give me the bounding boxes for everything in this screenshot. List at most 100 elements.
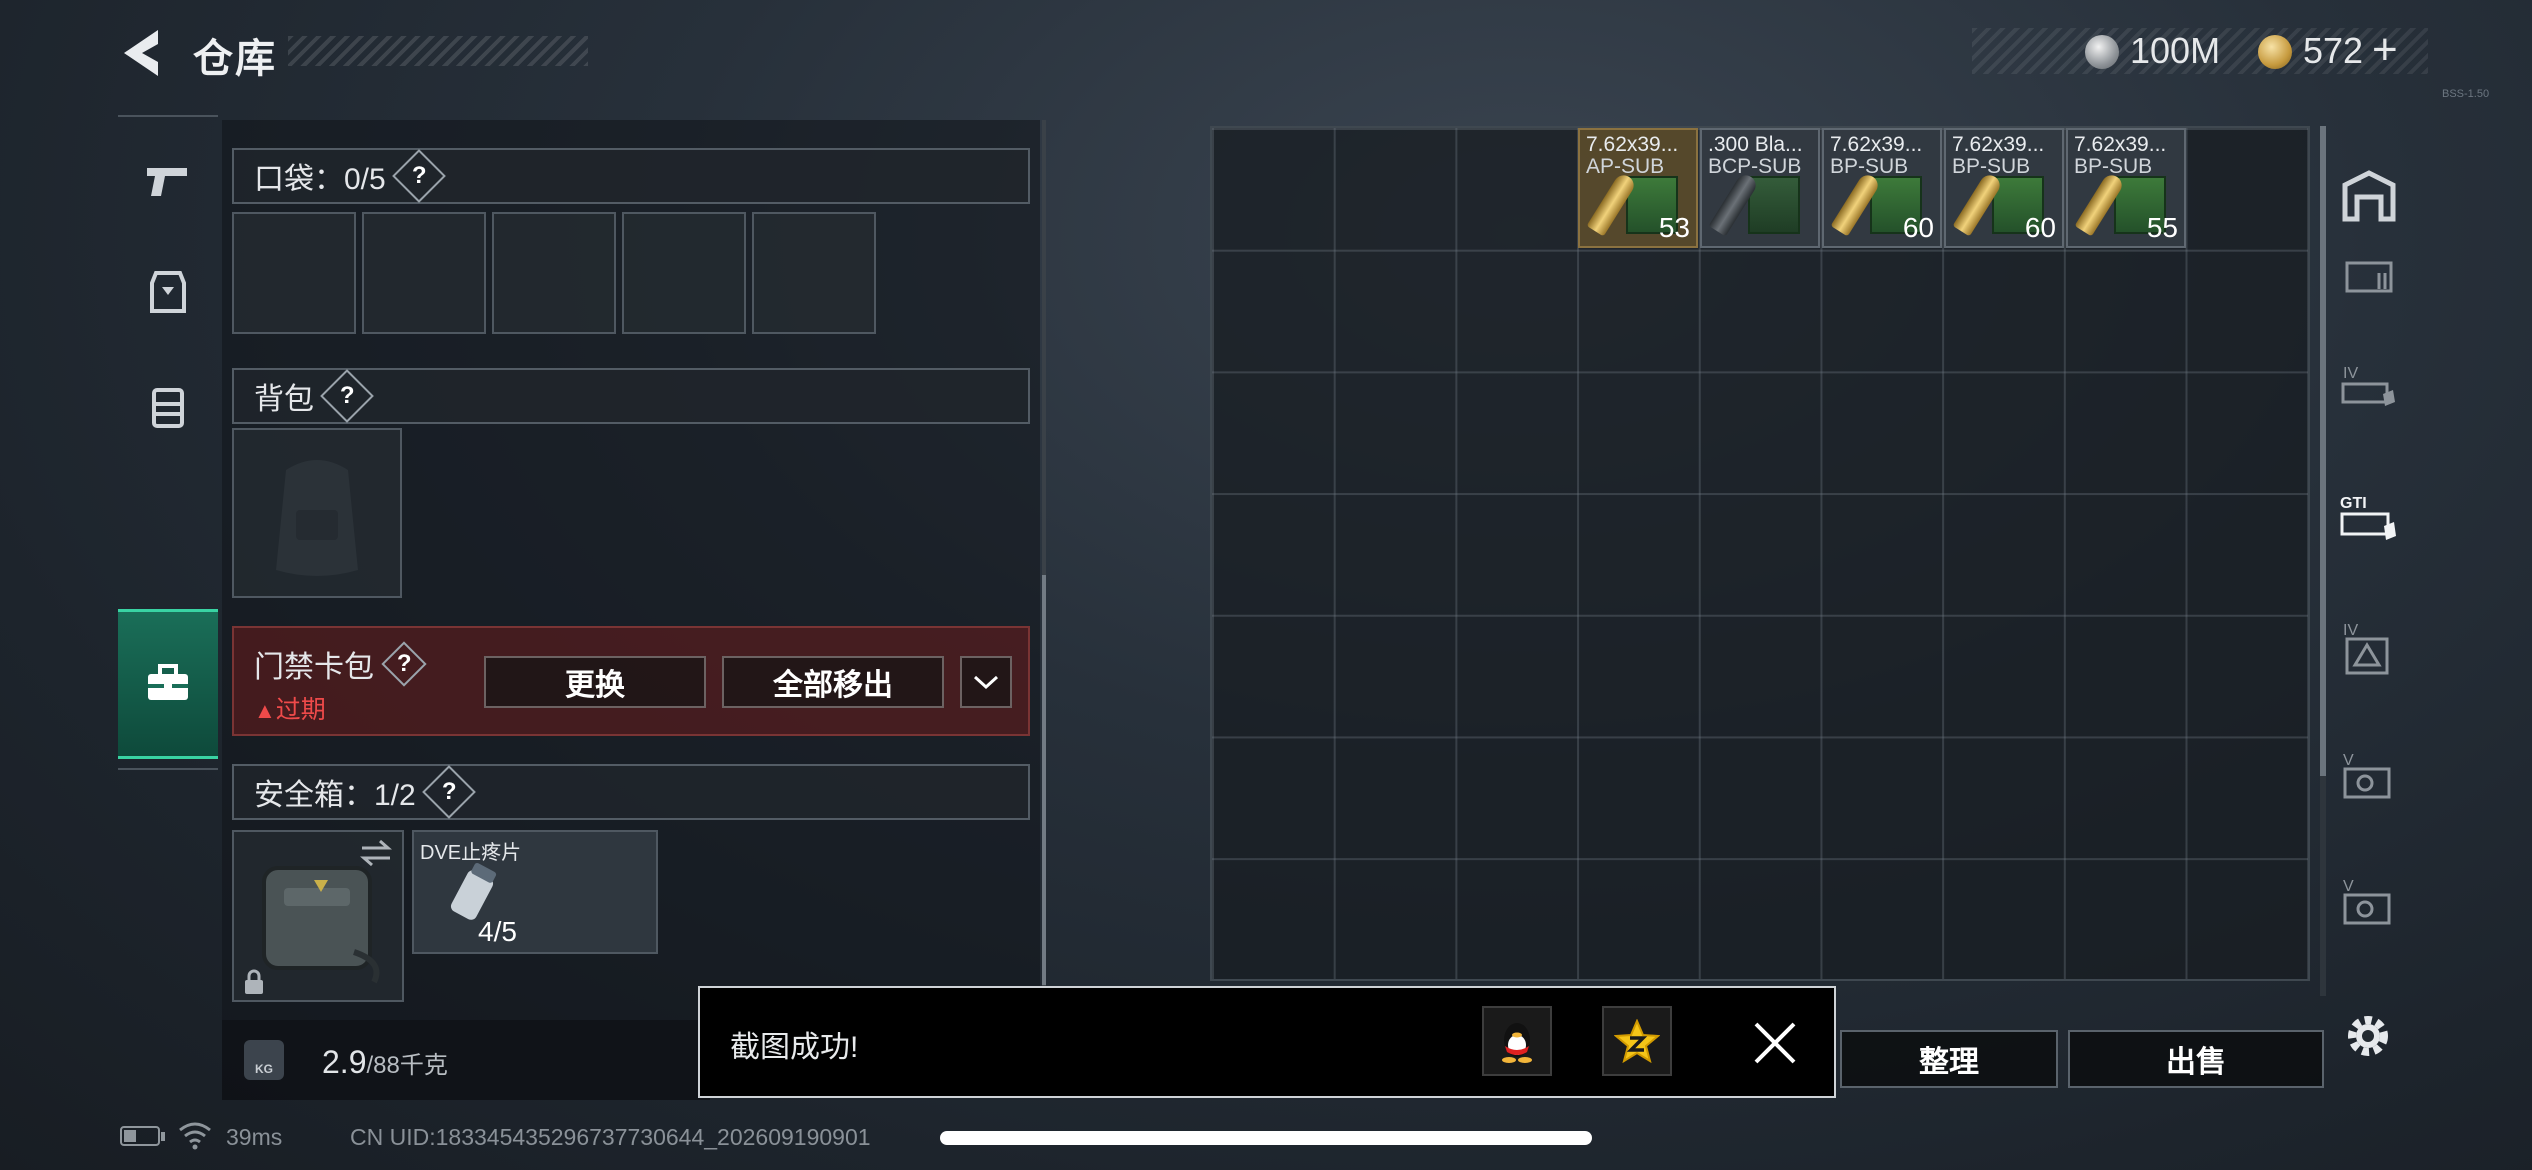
backpack-label: 背包 xyxy=(254,383,314,416)
storage-tab-ext-1[interactable] xyxy=(2334,240,2404,310)
storage-tab-ext-5[interactable]: V xyxy=(2334,742,2404,812)
swap-icon[interactable] xyxy=(358,838,394,868)
expansion-box-iv-triangle-icon: IV xyxy=(2343,622,2389,675)
organize-button[interactable]: 整理 xyxy=(1840,1030,2058,1088)
warning-icon: ▲ xyxy=(254,698,276,723)
sell-button[interactable]: 出售 xyxy=(2068,1030,2324,1088)
warehouse-icon xyxy=(2342,170,2396,222)
svg-text:V: V xyxy=(2343,878,2354,895)
toolbox-icon xyxy=(148,664,188,700)
keycard-help-button[interactable]: ? xyxy=(381,641,427,687)
safe-box-slot[interactable] xyxy=(232,830,404,1002)
keycard-expired-status: ▲过期 xyxy=(254,696,326,724)
item-subtype: BCP-SUB xyxy=(1708,155,1802,178)
storage-tab-ext-2[interactable]: IV xyxy=(2334,350,2404,420)
expansion-box-iv-icon: IV xyxy=(2341,365,2395,406)
keycard-pack-header: 门禁卡包 ? xyxy=(254,641,427,687)
item-subtype: AP-SUB xyxy=(1586,155,1665,178)
lock-icon xyxy=(245,969,263,994)
page-title: 仓库 xyxy=(193,37,277,81)
silver-coin-icon xyxy=(2085,35,2119,69)
backpack-placeholder-icon xyxy=(276,460,358,576)
currency-primary-value: 100M xyxy=(2130,30,2221,71)
storage-item-ammo[interactable]: 7.62x39... BP-SUB 60 xyxy=(1944,128,2064,248)
pocket-slot[interactable] xyxy=(232,212,356,334)
expansion-box-v2-icon: V xyxy=(2343,878,2391,925)
keycard-expand-button[interactable] xyxy=(960,656,1012,708)
pocket-slot[interactable] xyxy=(752,212,876,334)
backpack-header: 背包 ? xyxy=(232,368,1030,424)
replace-button[interactable]: 更换 xyxy=(484,656,706,708)
weight-current: 2.9 xyxy=(322,1044,367,1080)
settings-gear-icon[interactable] xyxy=(2340,1008,2396,1064)
equipment-category-sidebar xyxy=(118,115,218,770)
svg-text:V: V xyxy=(2343,752,2354,769)
safe-box-label: 安全箱：1/2 xyxy=(254,779,416,812)
chevron-down-icon xyxy=(973,675,999,690)
item-name: 7.62x39... xyxy=(1952,134,2045,156)
pocket-slot[interactable] xyxy=(622,212,746,334)
item-count: 60 xyxy=(1902,212,1934,243)
qq-penguin-icon xyxy=(1502,1023,1532,1063)
storage-tab-ext-4[interactable]: IV xyxy=(2334,614,2404,684)
equipment-panel-scroll-thumb[interactable] xyxy=(1042,575,1046,985)
item-name: 7.62x39... xyxy=(1586,134,1679,156)
safe-box-item-count: 4/5 xyxy=(478,916,517,947)
storage-item-ammo[interactable]: 7.62x39... AP-SUB 53 xyxy=(1578,128,1698,248)
share-qzone-button[interactable] xyxy=(1602,1006,1672,1076)
svg-text:GTI: GTI xyxy=(2340,495,2367,512)
battery-tip xyxy=(161,1132,165,1141)
backpack-slot[interactable] xyxy=(232,428,402,598)
item-name: 7.62x39... xyxy=(1830,134,1923,156)
close-icon[interactable] xyxy=(1752,1020,1798,1066)
add-currency-button[interactable]: + xyxy=(2372,25,2398,75)
weight-value: 2.9/88千克 xyxy=(322,1044,448,1081)
vest-icon xyxy=(150,271,186,313)
pockets-help-button[interactable]: ? xyxy=(391,149,446,203)
player-uid: CN UID:1833454352967377306​44_2026091909… xyxy=(350,1124,871,1150)
rig-icon xyxy=(152,388,184,428)
item-count: 60 xyxy=(2024,212,2056,243)
safe-box-help-button[interactable]: ? xyxy=(421,765,476,819)
sidebar-tab-chest-rig[interactable] xyxy=(118,362,218,452)
item-subtype: BP-SUB xyxy=(2074,155,2153,178)
home-indicator[interactable] xyxy=(940,1131,1592,1145)
storage-tab-ext-6[interactable]: V xyxy=(2334,868,2404,938)
svg-text:IV: IV xyxy=(2343,365,2358,382)
storage-tab-ext-3[interactable]: GTI xyxy=(2334,482,2404,552)
storage-item-ammo[interactable]: 7.62x39... BP-SUB 55 xyxy=(2066,128,2186,248)
expansion-box-v-icon: V xyxy=(2343,752,2391,799)
storage-grid[interactable] xyxy=(1212,128,2308,979)
storage-item-ammo[interactable]: .300 Bla... BCP-SUB xyxy=(1700,128,1820,248)
weight-capacity: /88千克 xyxy=(366,1052,448,1079)
toast-message: 截图成功! xyxy=(730,1031,859,1064)
pocket-slot[interactable] xyxy=(362,212,486,334)
storage-scroll-thumb[interactable] xyxy=(2320,126,2326,776)
share-qq-button[interactable] xyxy=(1482,1006,1552,1076)
storage-tab-all[interactable] xyxy=(2334,160,2404,230)
item-count: 55 xyxy=(2146,212,2178,243)
qzone-star-icon xyxy=(1614,1019,1660,1063)
sidebar-tab-armor[interactable] xyxy=(118,247,218,337)
backpack-help-button[interactable]: ? xyxy=(320,369,374,423)
pistol-icon xyxy=(147,168,187,196)
storage-item-ammo[interactable]: 7.62x39... BP-SUB 60 xyxy=(1822,128,1942,248)
pockets-label: 口袋：0/5 xyxy=(254,163,386,196)
item-count: 53 xyxy=(1658,212,1690,243)
safe-box-item-slot[interactable]: DVE止疼片 4/5 xyxy=(412,830,658,954)
remove-all-button[interactable]: 全部移出 xyxy=(722,656,944,708)
svg-text:IV: IV xyxy=(2343,622,2358,639)
version-label: BSS-1.50 xyxy=(2442,88,2490,100)
pocket-slot[interactable] xyxy=(492,212,616,334)
title-decoration xyxy=(288,36,588,66)
expansion-box-gti-icon: GTI xyxy=(2340,495,2396,540)
back-button[interactable] xyxy=(118,26,164,80)
ping-value: 39ms xyxy=(226,1124,283,1150)
currency-secondary-value: 572 xyxy=(2303,30,2364,71)
expansion-box-icon xyxy=(2345,261,2393,293)
sidebar-tab-weapon[interactable] xyxy=(118,137,218,227)
keycard-pack-label: 门禁卡包 xyxy=(254,651,374,684)
item-subtype: BP-SUB xyxy=(1952,155,2031,178)
sidebar-tab-containers[interactable] xyxy=(118,609,218,759)
weight-icon: KG xyxy=(244,1040,284,1080)
